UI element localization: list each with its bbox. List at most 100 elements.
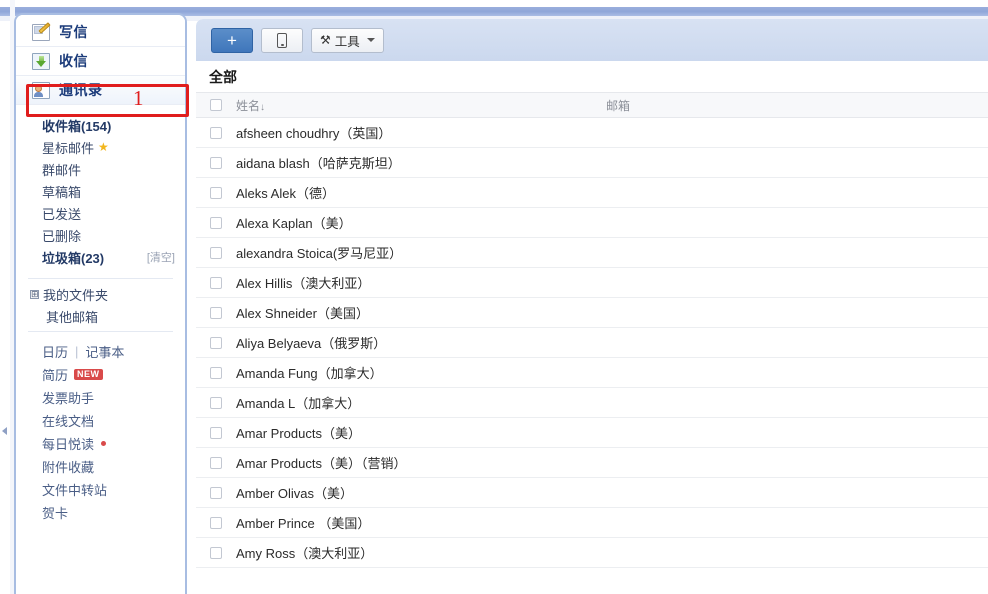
sidebar-item-contacts-label: 通讯录 (59, 82, 103, 98)
contact-name: Alexa Kaplan（美） (236, 216, 352, 231)
row-checkbox[interactable] (210, 546, 222, 559)
tool-notes-label[interactable]: 记事本 (85, 342, 124, 361)
contacts-icon (32, 81, 50, 99)
table-row[interactable]: Amar Products（美） (196, 418, 988, 448)
folder-deleted[interactable]: 已删除 (16, 224, 185, 246)
table-row[interactable]: Amanda L（加拿大） (196, 388, 988, 418)
table-row[interactable]: Alexa Kaplan（美） (196, 208, 988, 238)
sidebar-nav-block: 写信 收信 通讯录 (16, 15, 185, 105)
table-row[interactable]: Amber Prince （美国） (196, 508, 988, 538)
folder-deleted-label: 已删除 (42, 228, 82, 244)
row-checkbox[interactable] (210, 456, 222, 469)
chevron-down-icon (366, 38, 375, 42)
folder-inbox[interactable]: 收件箱(154) (16, 114, 185, 136)
sidebar-item-receive-label: 收信 (59, 53, 88, 69)
table-row[interactable]: Amy Ross（澳大利亚） (196, 538, 988, 568)
row-checkbox[interactable] (210, 186, 222, 199)
table-row[interactable]: Alex Hillis（澳大利亚） (196, 268, 988, 298)
sidebar-divider-2 (28, 331, 173, 332)
folder-my-folders-label: 我的文件夹 (43, 287, 109, 303)
row-checkbox[interactable] (210, 336, 222, 349)
contact-name: Amanda Fung（加拿大） (236, 366, 383, 381)
tool-greeting-card[interactable]: 贺卡 (16, 501, 185, 524)
table-row[interactable]: alexandra Stoica(罗马尼亚） (196, 238, 988, 268)
tool-resume-label: 简历 (42, 368, 69, 383)
folder-spam[interactable]: 垃圾箱(23) [清空] (16, 246, 185, 268)
notification-dot-icon (101, 441, 107, 446)
folder-my-folders[interactable]: ⊞ 我的文件夹 (16, 283, 185, 305)
folder-sent[interactable]: 已发送 (16, 202, 185, 224)
table-row[interactable]: Aliya Belyaeva（俄罗斯） (196, 328, 988, 358)
sidebar-collapse-arrow-icon[interactable] (0, 424, 9, 438)
tool-file-transfer[interactable]: 文件中转站 (16, 478, 185, 501)
column-header-name[interactable]: 姓名↓ (236, 97, 606, 114)
folder-starred[interactable]: 星标邮件 ★ (16, 136, 185, 158)
tool-daily-reading[interactable]: 每日悦读 (16, 432, 185, 455)
row-checkbox[interactable] (210, 306, 222, 319)
tool-invoice-assistant[interactable]: 发票助手 (16, 386, 185, 409)
contacts-content-panel: + ⚒ 工具 全部 姓名↓ 邮箱 afsheen choudhry（英国） aid… (196, 19, 988, 594)
contact-name: Amber Olivas（美） (236, 486, 354, 501)
column-header-email[interactable]: 邮箱 (606, 97, 630, 114)
row-checkbox[interactable] (210, 426, 222, 439)
contact-name: alexandra Stoica(罗马尼亚） (236, 246, 403, 261)
tool-daily-reading-label: 每日悦读 (42, 437, 95, 452)
contacts-table-body: afsheen choudhry（英国） aidana blash（哈萨克斯坦） A… (196, 118, 988, 568)
sidebar-item-compose[interactable]: 写信 (16, 18, 185, 47)
annotation-step-number: 1 (133, 86, 144, 110)
folder-sent-label: 已发送 (42, 206, 82, 222)
contacts-table-header: 姓名↓ 邮箱 (196, 92, 988, 118)
folder-drafts-label: 草稿箱 (42, 184, 82, 200)
table-row[interactable]: Amar Products（美）（营销） (196, 448, 988, 478)
row-checkbox[interactable] (210, 366, 222, 379)
column-header-name-label: 姓名 (236, 98, 261, 113)
sidebar-item-contacts[interactable]: 通讯录 (16, 76, 185, 105)
tools-icon: ⚒ (320, 33, 331, 47)
table-row[interactable]: Alex Shneider（美国） (196, 298, 988, 328)
tool-online-docs[interactable]: 在线文档 (16, 409, 185, 432)
expand-icon[interactable]: ⊞ (30, 289, 39, 299)
sort-descending-icon: ↓ (260, 101, 266, 113)
row-checkbox[interactable] (210, 246, 222, 259)
folder-list: 收件箱(154) 星标邮件 ★ 群邮件 草稿箱 已发送 已删除 垃圾箱(23) … (16, 105, 185, 274)
sidebar-divider-1 (28, 278, 173, 279)
table-row[interactable]: Aleks Alek（德） (196, 178, 988, 208)
tool-resume[interactable]: 简历 NEW (16, 363, 185, 386)
folder-other-mailbox[interactable]: 其他邮箱 (16, 305, 185, 327)
contact-name: aidana blash（哈萨克斯坦） (236, 156, 401, 171)
folder-group-mail-label: 群邮件 (42, 162, 82, 178)
table-row[interactable]: Amanda Fung（加拿大） (196, 358, 988, 388)
tool-attachment-favorites-label: 附件收藏 (42, 460, 95, 475)
row-checkbox[interactable] (210, 216, 222, 229)
row-checkbox[interactable] (210, 276, 222, 289)
tool-invoice-assistant-label: 发票助手 (42, 391, 95, 406)
folder-inbox-label: 收件箱(154) (42, 118, 112, 134)
sidebar-item-compose-label: 写信 (59, 24, 88, 40)
row-checkbox[interactable] (210, 396, 222, 409)
folder-group-mail[interactable]: 群邮件 (16, 158, 185, 180)
tool-calendar-label[interactable]: 日历 (42, 342, 68, 361)
sidebar-item-receive[interactable]: 收信 (16, 47, 185, 76)
table-row[interactable]: Amber Olivas（美） (196, 478, 988, 508)
row-checkbox[interactable] (210, 126, 222, 139)
select-all-checkbox[interactable] (210, 99, 222, 111)
row-checkbox[interactable] (210, 516, 222, 529)
contact-name: Amar Products（美） (236, 426, 361, 441)
folder-drafts[interactable]: 草稿箱 (16, 180, 185, 202)
tool-file-transfer-label: 文件中转站 (42, 483, 108, 498)
tool-greeting-card-label: 贺卡 (42, 506, 69, 521)
table-row[interactable]: aidana blash（哈萨克斯坦） (196, 148, 988, 178)
row-checkbox[interactable] (210, 486, 222, 499)
table-row[interactable]: afsheen choudhry（英国） (196, 118, 988, 148)
tools-dropdown-button[interactable]: ⚒ 工具 (311, 27, 384, 53)
row-checkbox[interactable] (210, 156, 222, 169)
receive-icon (32, 52, 50, 70)
contact-name: Amanda L（加拿大） (236, 396, 361, 411)
tool-attachment-favorites[interactable]: 附件收藏 (16, 455, 185, 478)
contact-name: Amber Prince （美国） (236, 516, 371, 531)
mobile-contacts-button[interactable] (261, 27, 303, 53)
add-contact-button[interactable]: + (211, 27, 253, 53)
contact-name: Aliya Belyaeva（俄罗斯） (236, 336, 387, 351)
tool-calendar-notes[interactable]: 日历 | 记事本 (16, 340, 185, 363)
folder-spam-clear-link[interactable]: [清空] (147, 249, 175, 265)
